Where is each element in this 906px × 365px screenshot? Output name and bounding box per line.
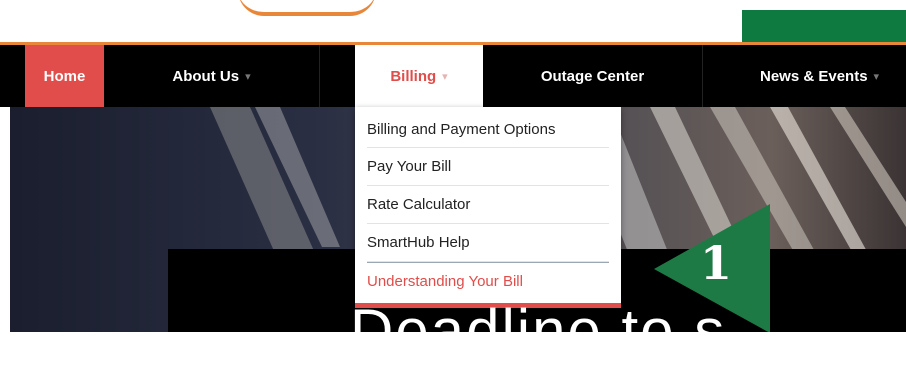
menu-item-understanding-your-bill[interactable]: Understanding Your Bill (367, 262, 609, 300)
nav-outage-label: Outage Center (540, 67, 645, 85)
nav-home-label: Home (43, 67, 86, 85)
nav-about-us[interactable]: About Us ▾ (104, 45, 320, 107)
nav-outage-center[interactable]: Outage Center (483, 45, 703, 107)
chevron-down-icon: ▾ (245, 70, 251, 83)
menu-item-pay-your-bill[interactable]: Pay Your Bill (367, 148, 609, 186)
header-green-block (742, 10, 906, 44)
chevron-down-icon: ▾ (873, 70, 880, 83)
billing-dropdown-menu: Billing and Payment Options Pay Your Bil… (355, 107, 621, 308)
step-marker-number: 1 (700, 236, 733, 290)
logo-arc (238, 0, 376, 16)
nav-news-label: News & Events (760, 67, 868, 85)
menu-item-smarthub-help[interactable]: SmartHub Help (367, 224, 609, 262)
nav-billing[interactable]: Billing ▾ (355, 45, 483, 107)
nav-home[interactable]: Home (25, 45, 104, 107)
nav-about-label: About Us (172, 67, 240, 85)
menu-item-billing-payment-options[interactable]: Billing and Payment Options (367, 107, 609, 148)
nav-billing-label: Billing (390, 67, 437, 85)
menu-item-rate-calculator[interactable]: Rate Calculator (367, 186, 609, 224)
chevron-down-icon: ▾ (442, 70, 448, 83)
hero-headline: Deadline to s (350, 297, 727, 364)
main-navbar: Home About Us ▾ Billing ▾ Outage Center … (0, 45, 906, 107)
nav-news-events[interactable]: News & Events ▾ (703, 45, 906, 107)
